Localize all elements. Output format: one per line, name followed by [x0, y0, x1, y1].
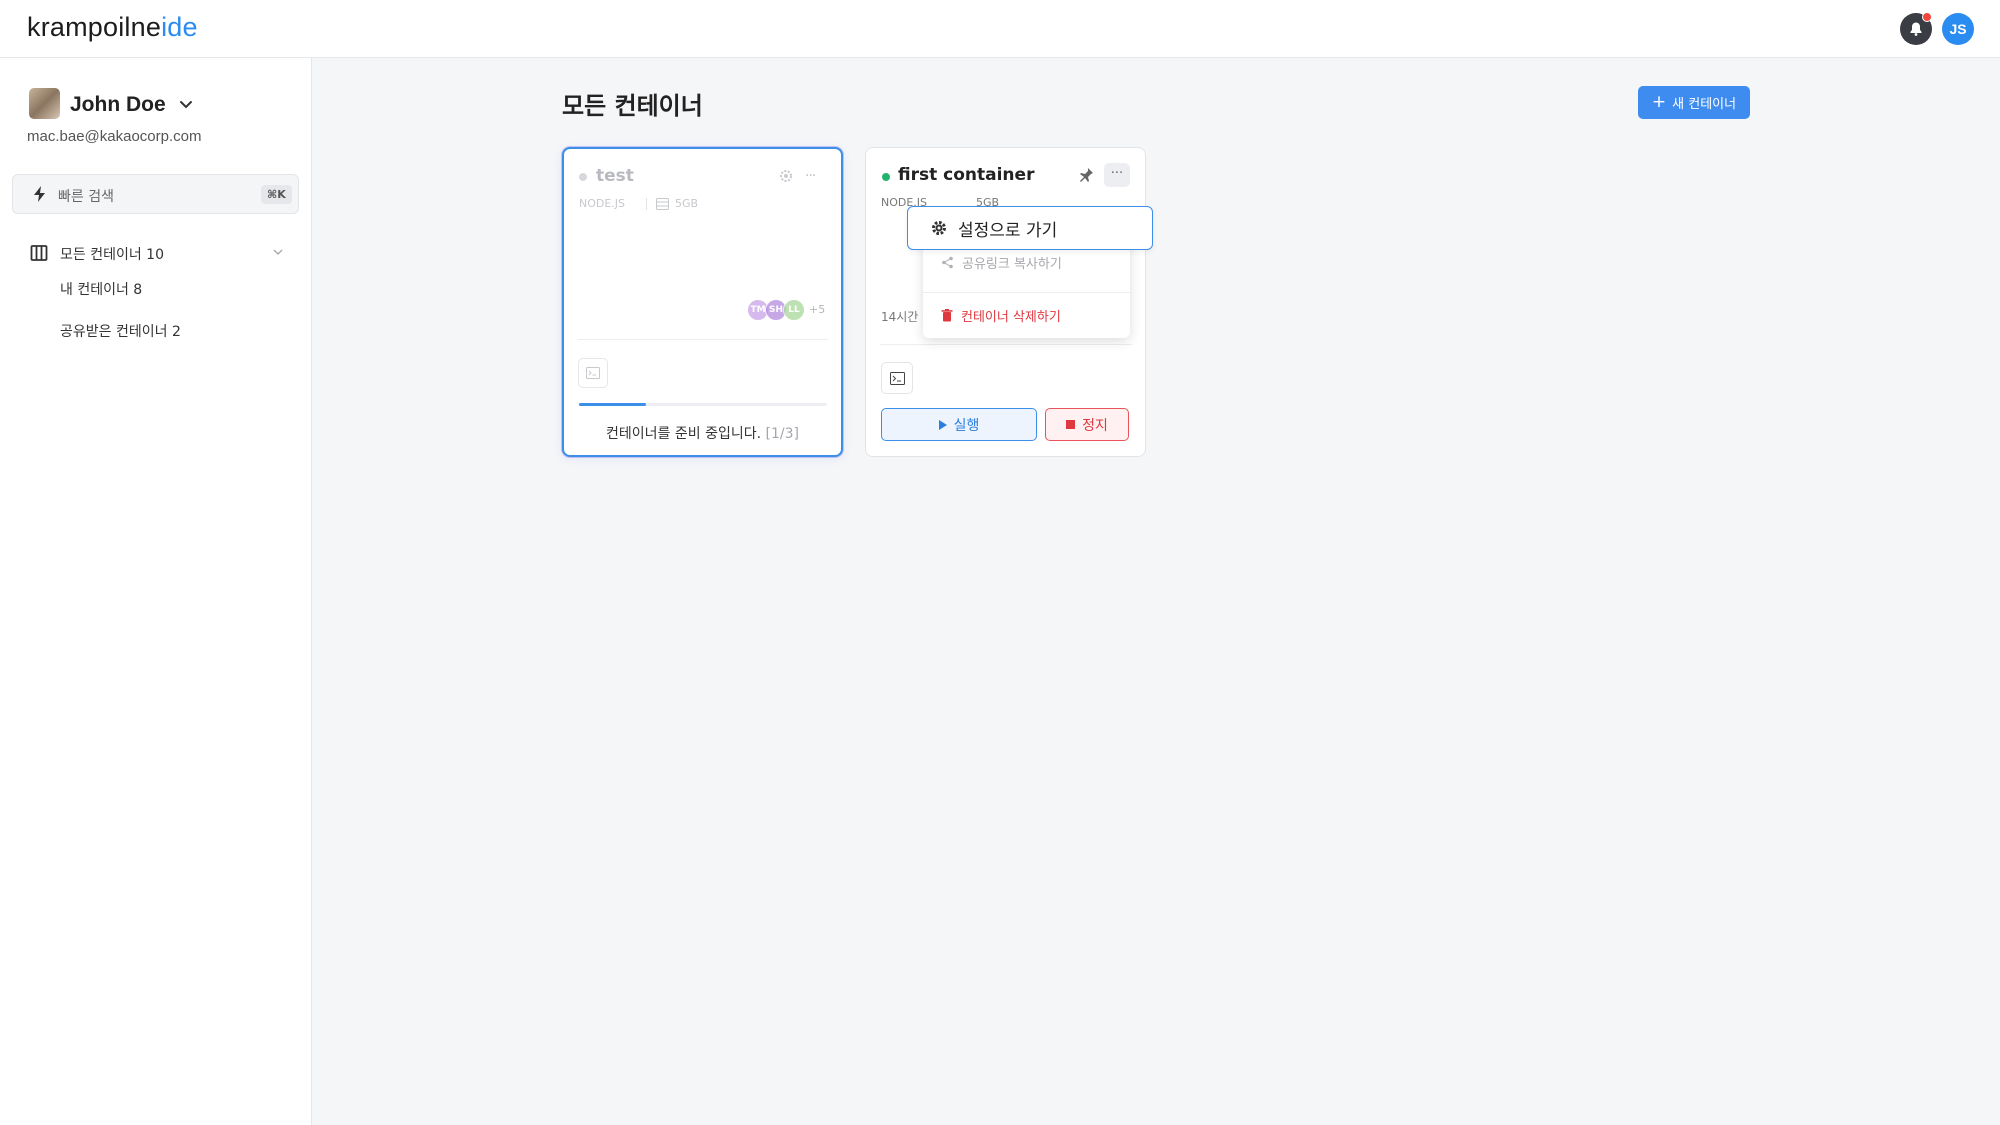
trash-icon: [941, 309, 953, 322]
quick-search-label: 빠른 검색: [58, 189, 114, 205]
terminal-icon: [586, 367, 600, 379]
container-name: test: [596, 166, 634, 186]
runtime-label: NODE.JS: [579, 197, 626, 210]
menu-item-label: 설정으로 가기: [958, 220, 1058, 241]
more-options-button[interactable]: ···: [1104, 163, 1130, 187]
sidebar-item-all-containers[interactable]: 모든 컨테이너 10: [28, 238, 292, 268]
new-container-label: 새 컨테이너: [1672, 97, 1737, 112]
divider: [646, 198, 647, 210]
run-button[interactable]: 실행: [881, 408, 1037, 441]
stop-button[interactable]: 정지: [1045, 408, 1129, 441]
share-icon: [942, 256, 953, 269]
sidebar: John Doe mac.bae@kakaocorp.com 빠른 검색 ⌘K …: [0, 58, 312, 1125]
user-email: mac.bae@kakaocorp.com: [27, 128, 202, 145]
menu-item-copy-share-link[interactable]: 공유링크 복사하기: [941, 253, 1062, 272]
notification-badge: [1922, 12, 1932, 22]
user-name[interactable]: John Doe: [70, 93, 166, 117]
terminal-button[interactable]: [881, 362, 913, 394]
play-icon: [938, 419, 947, 430]
plus-icon: +: [1651, 92, 1667, 112]
status-dot: [882, 173, 890, 181]
pin-icon[interactable]: [1077, 166, 1095, 184]
sidebar-item-label: 모든 컨테이너 10: [60, 247, 164, 263]
shortcut-badge: ⌘K: [261, 185, 292, 204]
chevron-down-icon[interactable]: [176, 94, 196, 114]
sidebar-item-my-containers[interactable]: 내 컨테이너 8: [60, 279, 142, 299]
gear-icon: [932, 221, 946, 235]
disk-icon: [656, 198, 669, 210]
status-dot: [579, 173, 587, 181]
status-text: 컨테이너를 준비 중입니다. [1/3]: [564, 423, 841, 443]
divider: [923, 292, 1130, 293]
new-container-button[interactable]: + 새 컨테이너: [1638, 86, 1750, 119]
app-logo[interactable]: krampoilneide: [27, 12, 198, 43]
more-options-icon[interactable]: ···: [805, 168, 823, 184]
page-title: 모든 컨테이너: [562, 92, 703, 120]
menu-item-go-to-settings[interactable]: 설정으로 가기: [907, 206, 1153, 250]
divider: [578, 339, 828, 340]
lightning-icon: [34, 186, 45, 202]
top-header: krampoilneide JS: [0, 0, 2000, 58]
stop-label: 정지: [1082, 417, 1108, 434]
step-counter: [1/3]: [765, 426, 799, 442]
quick-search-button[interactable]: 빠른 검색 ⌘K: [12, 174, 299, 214]
progress-fill: [579, 403, 646, 406]
logo-text: krampoilne: [27, 12, 162, 42]
member-count: +5: [809, 303, 826, 316]
menu-item-label: 공유링크 복사하기: [962, 257, 1062, 272]
profile-avatar[interactable]: JS: [1942, 13, 1974, 45]
disk-size: 5GB: [675, 197, 699, 210]
chevron-down-icon[interactable]: [271, 245, 285, 259]
sidebar-item-shared-containers[interactable]: 공유받은 컨테이너 2: [60, 321, 181, 341]
divider: [880, 344, 1132, 345]
container-card-test[interactable]: test ··· NODE.JS 5GB TM SH LL +5 컨테이너를 준…: [562, 147, 843, 457]
terminal-button[interactable]: [578, 358, 608, 388]
preparing-text: 컨테이너를 준비 중입니다.: [606, 426, 762, 442]
menu-item-label: 컨테이너 삭제하기: [961, 310, 1061, 325]
gear-icon[interactable]: [778, 168, 794, 184]
logo-accent-text: ide: [161, 12, 198, 42]
columns-icon: [30, 245, 48, 261]
run-label: 실행: [953, 417, 980, 434]
stop-icon: [1066, 420, 1076, 429]
user-avatar: [29, 88, 60, 119]
container-name: first container: [898, 165, 1035, 185]
progress-bar: [579, 403, 827, 406]
menu-item-delete-container[interactable]: 컨테이너 삭제하기: [941, 306, 1061, 325]
avatar: LL: [783, 299, 805, 321]
terminal-icon: [889, 371, 905, 385]
